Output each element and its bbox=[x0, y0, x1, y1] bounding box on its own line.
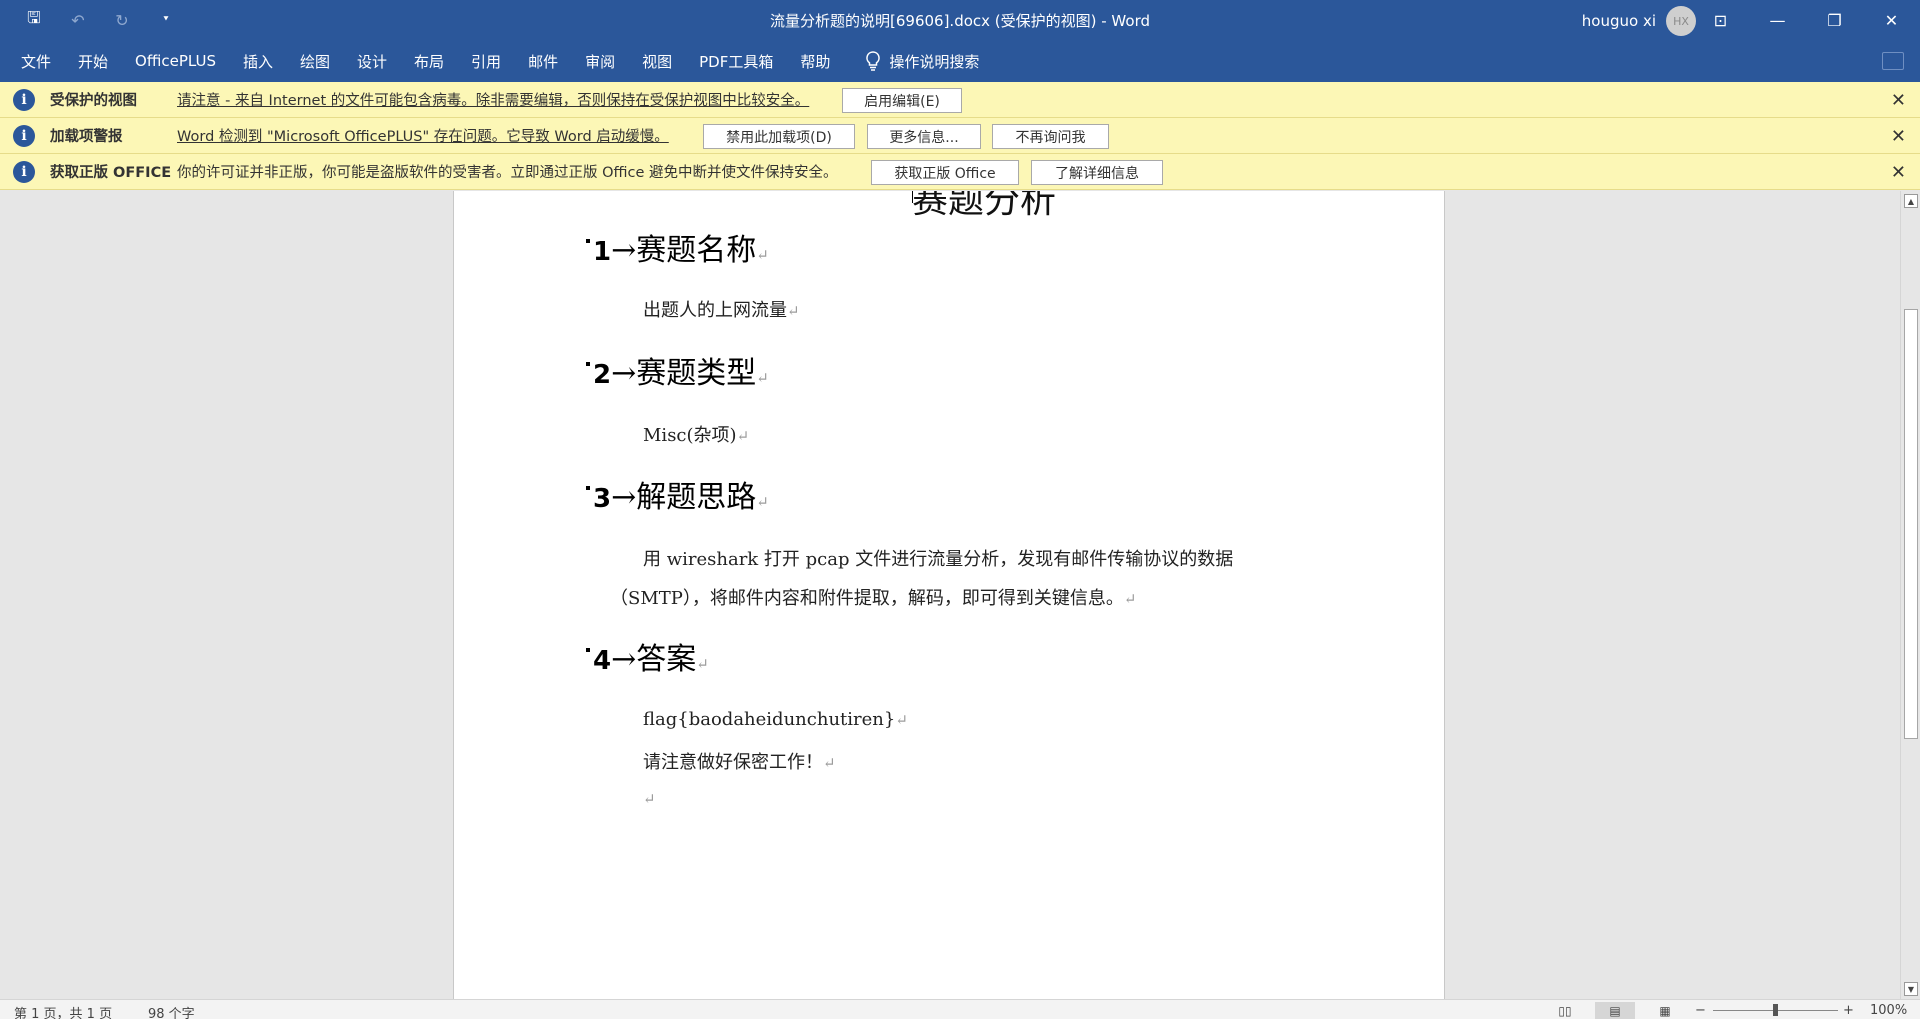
restore-button[interactable]: ❐ bbox=[1806, 0, 1863, 40]
tab-draw[interactable]: 绘图 bbox=[300, 51, 330, 72]
page-count[interactable]: 第 1 页，共 1 页 bbox=[14, 1003, 112, 1019]
genuine-office-bar: i 获取正版 OFFICE 你的许可证并非正版，你可能是盗版软件的受害者。立即通… bbox=[0, 154, 1920, 190]
info-icon: i bbox=[13, 124, 35, 147]
tab-help[interactable]: 帮助 bbox=[800, 51, 830, 72]
tab-review[interactable]: 审阅 bbox=[585, 51, 615, 72]
scroll-up-icon[interactable]: ▲ bbox=[1904, 194, 1918, 208]
message-title: 加载项警报 bbox=[50, 129, 123, 145]
redo-icon[interactable]: ↻ bbox=[110, 8, 134, 32]
message-text[interactable]: Word 检测到 "Microsoft OfficePLUS" 存在问题。它导致… bbox=[177, 125, 669, 146]
heading-1: 1→赛题名称↵ bbox=[586, 225, 769, 269]
text-cursor bbox=[912, 191, 913, 203]
ribbon-tabs: 文件 开始 OfficePLUS 插入 绘图 设计 布局 引用 邮件 审阅 视图… bbox=[0, 40, 1920, 82]
zoom-level[interactable]: 100% bbox=[1870, 1003, 1907, 1018]
customize-qat-icon[interactable]: ⯆ bbox=[154, 8, 178, 32]
close-icon[interactable]: ✕ bbox=[1891, 162, 1906, 183]
dont-ask-again-button[interactable]: 不再询问我 bbox=[992, 124, 1109, 149]
window-controls: ⊡ — ❐ ✕ bbox=[1692, 0, 1920, 40]
read-mode-icon[interactable]: ▯▯ bbox=[1545, 1002, 1585, 1019]
heading-3: 3→解题思路↵ bbox=[586, 472, 769, 516]
document-title: 赛题分析 bbox=[912, 191, 1057, 221]
save-icon[interactable]: 🖫 bbox=[22, 8, 46, 32]
minimize-button[interactable]: — bbox=[1749, 0, 1806, 40]
ribbon-display-options-icon[interactable]: ⊡ bbox=[1692, 0, 1749, 40]
undo-icon[interactable]: ↶ bbox=[66, 8, 90, 32]
tab-layout[interactable]: 布局 bbox=[414, 51, 444, 72]
document-area[interactable]: 赛题分析 1→赛题名称↵ 出题人的上网流量↵ 2→赛题类型↵ Misc(杂项)↵… bbox=[0, 191, 1920, 999]
account[interactable]: houguo xi HX bbox=[1582, 6, 1696, 36]
disable-addin-button[interactable]: 禁用此加载项(D) bbox=[703, 124, 855, 149]
message-text: 你的许可证并非正版，你可能是盗版软件的受害者。立即通过正版 Office 避免中… bbox=[177, 165, 838, 181]
tab-view[interactable]: 视图 bbox=[642, 51, 672, 72]
quick-access-toolbar: 🖫 ↶ ↻ ⯆ bbox=[22, 8, 178, 32]
info-icon: i bbox=[13, 88, 35, 111]
enable-editing-button[interactable]: 启用编辑(E) bbox=[842, 88, 962, 113]
title-bar: 🖫 ↶ ↻ ⯆ 流量分析题的说明[69606].docx (受保护的视图) - … bbox=[0, 0, 1920, 40]
message-title: 获取正版 OFFICE bbox=[50, 165, 172, 181]
paragraph: 出题人的上网流量↵ bbox=[643, 300, 800, 321]
close-button[interactable]: ✕ bbox=[1863, 0, 1920, 40]
comments-icon[interactable] bbox=[1882, 52, 1904, 70]
get-genuine-office-button[interactable]: 获取正版 Office bbox=[871, 160, 1019, 185]
word-count[interactable]: 98 个字 bbox=[148, 1003, 195, 1019]
heading-2: 2→赛题类型↵ bbox=[586, 348, 769, 392]
message-title: 受保护的视图 bbox=[50, 93, 137, 109]
tab-design[interactable]: 设计 bbox=[357, 51, 387, 72]
tab-insert[interactable]: 插入 bbox=[243, 51, 273, 72]
vertical-scrollbar[interactable]: ▲ ▼ bbox=[1900, 191, 1920, 999]
print-layout-icon[interactable]: ▤ bbox=[1595, 1002, 1635, 1019]
learn-more-button[interactable]: 了解详细信息 bbox=[1031, 160, 1163, 185]
lightbulb-icon bbox=[866, 51, 881, 71]
paragraph-line: （SMTP），将邮件内容和附件提取，解码，即可得到关键信息。↵ bbox=[610, 588, 1137, 609]
close-icon[interactable]: ✕ bbox=[1891, 126, 1906, 147]
paragraph: 请注意做好保密工作！↵ bbox=[643, 752, 836, 773]
tab-file[interactable]: 文件 bbox=[21, 51, 51, 72]
heading-4: 4→答案↵ bbox=[586, 634, 709, 678]
zoom-slider-thumb[interactable] bbox=[1773, 1004, 1778, 1016]
search-label: 操作说明搜索 bbox=[889, 52, 980, 71]
tell-me-search[interactable]: 操作说明搜索 bbox=[865, 51, 979, 72]
paragraph: Misc(杂项)↵ bbox=[643, 425, 750, 446]
web-layout-icon[interactable]: ▦ bbox=[1645, 1002, 1685, 1019]
tab-home[interactable]: 开始 bbox=[78, 51, 108, 72]
flag-text: flag{baodaheidunchutiren}↵ bbox=[643, 709, 908, 730]
user-name: houguo xi bbox=[1581, 12, 1656, 30]
addin-alert-bar: i 加载项警报 Word 检测到 "Microsoft OfficePLUS" … bbox=[0, 118, 1920, 154]
message-text[interactable]: 请注意 - 来自 Internet 的文件可能包含病毒。除非需要编辑，否则保持在… bbox=[177, 89, 809, 110]
info-icon: i bbox=[13, 160, 35, 183]
status-bar: 第 1 页，共 1 页 98 个字 ▯▯ ▤ ▦ − + 100% bbox=[0, 999, 1920, 1019]
empty-paragraph: ↵ bbox=[643, 790, 656, 808]
tab-pdf-toolbox[interactable]: PDF工具箱 bbox=[699, 51, 773, 72]
tab-references[interactable]: 引用 bbox=[471, 51, 501, 72]
scroll-down-icon[interactable]: ▼ bbox=[1904, 982, 1918, 996]
tab-officeplus[interactable]: OfficePLUS bbox=[135, 52, 216, 70]
scroll-thumb[interactable] bbox=[1904, 309, 1918, 739]
protected-view-bar: i 受保护的视图 请注意 - 来自 Internet 的文件可能包含病毒。除非需… bbox=[0, 82, 1920, 118]
more-info-button[interactable]: 更多信息... bbox=[867, 124, 981, 149]
zoom-out-button[interactable]: − bbox=[1695, 1003, 1706, 1018]
tab-mailings[interactable]: 邮件 bbox=[528, 51, 558, 72]
paragraph-line: 用 wireshark 打开 pcap 文件进行流量分析，发现有邮件传输协议的数… bbox=[643, 549, 1234, 570]
close-icon[interactable]: ✕ bbox=[1891, 90, 1906, 111]
zoom-in-button[interactable]: + bbox=[1843, 1003, 1854, 1018]
